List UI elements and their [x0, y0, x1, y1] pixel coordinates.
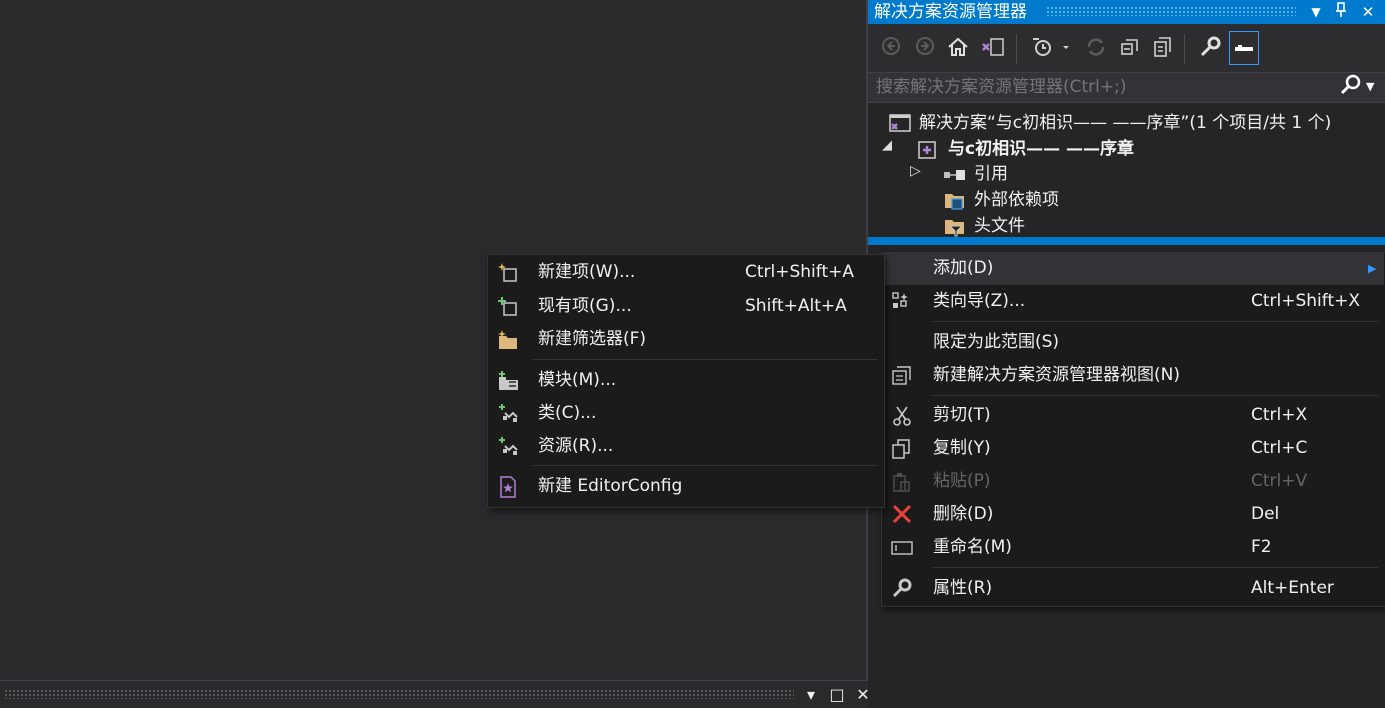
menu-item-new-view-label: 新建解决方案资源管理器视图(N) [933, 365, 1180, 385]
submenu-item-new-filter-label: 新建筛选器(F) [538, 329, 647, 349]
external-deps-label: 外部依赖项 [974, 190, 1059, 210]
submenu-item-editorconfig-label: 新建 EditorConfig [538, 476, 683, 496]
cut-icon [891, 405, 913, 427]
menu-item-new-view[interactable]: 新建解决方案资源管理器视图(N) [882, 359, 1384, 392]
menu-item-class-wizard-label: 类向导(Z)... [933, 291, 1026, 311]
copy-icon [891, 438, 913, 460]
titlebar-grip [1046, 6, 1296, 16]
window-position-dropdown-icon[interactable]: ▼ [1306, 2, 1326, 22]
submenu-item-new-item-label: 新建项(W)... [538, 262, 636, 282]
shortcut-label: Ctrl+C [1251, 438, 1308, 458]
wrench-icon [891, 577, 913, 599]
pending-changes-filter-icon[interactable] [1030, 36, 1070, 62]
toolbar-separator [1016, 34, 1017, 64]
submenu-item-existing-item-label: 现有项(G)... [538, 296, 632, 316]
submenu-item-new-filter[interactable]: 新建筛选器(F) [488, 323, 882, 356]
show-all-files-icon[interactable] [1150, 36, 1176, 62]
menu-item-cut[interactable]: 剪切(T) Ctrl+X [882, 399, 1384, 432]
new-item-icon [497, 262, 519, 284]
shortcut-label: F2 [1251, 537, 1272, 557]
menu-separator [932, 567, 1378, 568]
submenu-item-class-label: 类(C)... [538, 403, 597, 423]
home-icon[interactable] [945, 36, 971, 62]
paste-icon [891, 471, 913, 493]
submenu-item-resource-label: 资源(R)... [538, 436, 614, 456]
submenu-item-existing-item[interactable]: 现有项(G)... Shift+Alt+A [488, 290, 882, 323]
shortcut-label: Shift+Alt+A [745, 296, 847, 316]
submenu-arrow-icon: ▶ [1368, 262, 1377, 275]
editorconfig-icon [497, 476, 519, 498]
module-icon [497, 370, 519, 392]
solution-explorer-title: 解决方案资源管理器 [874, 2, 1027, 22]
class-wizard-icon [891, 291, 913, 313]
preview-icon[interactable] [1229, 31, 1259, 65]
class-icon [497, 403, 519, 425]
submenu-item-module[interactable]: 模块(M)... [488, 364, 882, 397]
properties-icon[interactable] [1197, 36, 1223, 62]
new-filter-icon [497, 329, 519, 351]
submenu-item-class[interactable]: 类(C)... [488, 397, 882, 430]
expand-arrow-icon[interactable]: ▷ [910, 163, 921, 179]
close-icon[interactable]: ✕ [1358, 2, 1378, 22]
references-icon [942, 165, 966, 193]
shortcut-label: Ctrl+Shift+X [1251, 291, 1361, 311]
tree-source-files-node-selected[interactable] [868, 237, 1385, 245]
menu-item-rename-label: 重命名(M) [933, 537, 1012, 557]
menu-item-rename[interactable]: 重命名(M) F2 [882, 531, 1384, 564]
existing-item-icon [497, 296, 519, 318]
menu-item-properties-label: 属性(R) [933, 578, 993, 598]
submenu-item-new-item[interactable]: 新建项(W)... Ctrl+Shift+A [488, 256, 882, 289]
search-input[interactable] [876, 72, 1326, 103]
back-icon[interactable] [878, 36, 904, 62]
menu-item-class-wizard[interactable]: 类向导(Z)... Ctrl+Shift+X [882, 285, 1384, 318]
shortcut-label: Ctrl+X [1251, 405, 1308, 425]
menu-separator [532, 465, 878, 466]
search-icon[interactable] [1340, 74, 1364, 100]
sync-icon[interactable] [1083, 36, 1109, 62]
menu-item-copy-label: 复制(Y) [933, 438, 991, 458]
menu-separator [932, 395, 1378, 396]
submenu-item-module-label: 模块(M)... [538, 370, 617, 390]
shortcut-label: Ctrl+Shift+A [745, 262, 855, 282]
new-view-icon [891, 365, 913, 387]
shortcut-label: Del [1251, 504, 1280, 524]
menu-item-properties[interactable]: 属性(R) Alt+Enter [882, 572, 1384, 605]
menu-separator [532, 359, 878, 360]
toolbar-separator [1184, 34, 1185, 64]
menu-item-add[interactable]: 添加(D) ▶ [882, 252, 1384, 285]
pin-icon[interactable] [1331, 2, 1351, 22]
submenu-item-resource[interactable]: 资源(R)... [488, 430, 882, 463]
menu-item-paste-label: 粘贴(P) [933, 471, 991, 491]
bottom-panel-dropdown-icon[interactable]: ▾ [800, 684, 822, 706]
submenu-item-editorconfig[interactable]: 新建 EditorConfig [488, 470, 882, 503]
delete-icon [891, 503, 913, 525]
search-options-dropdown-icon[interactable]: ▼ [1366, 74, 1380, 100]
menu-item-copy[interactable]: 复制(Y) Ctrl+C [882, 432, 1384, 465]
project-label: 与c初相识—— ——序章 [948, 139, 1134, 159]
solution-label: 解决方案“与c初相识—— ——序章”(1 个项目/共 1 个) [919, 113, 1332, 133]
header-files-label: 头文件 [974, 216, 1025, 236]
references-label: 引用 [974, 164, 1008, 184]
menu-item-cut-label: 剪切(T) [933, 405, 991, 425]
menu-item-scope-label: 限定为此范围(S) [933, 332, 1060, 352]
menu-item-delete-label: 删除(D) [933, 504, 994, 524]
menu-item-add-label: 添加(D) [933, 258, 994, 278]
bottom-panel-maximize-icon[interactable]: □ [826, 684, 848, 706]
rename-icon [891, 537, 913, 559]
menu-item-paste[interactable]: 粘贴(P) Ctrl+V [882, 465, 1384, 498]
bottom-panel-grip[interactable] [4, 689, 794, 699]
shortcut-label: Alt+Enter [1251, 578, 1334, 598]
shortcut-label: Ctrl+V [1251, 471, 1308, 491]
forward-icon[interactable] [912, 36, 938, 62]
switch-views-icon[interactable] [980, 36, 1006, 62]
menu-item-scope-to-this[interactable]: 限定为此范围(S) [882, 326, 1384, 359]
collapse-all-icon[interactable] [1117, 36, 1143, 62]
collapse-arrow-icon[interactable]: ◢ [882, 138, 892, 153]
menu-separator [932, 321, 1378, 322]
menu-item-delete[interactable]: 删除(D) Del [882, 498, 1384, 531]
resource-icon [497, 436, 519, 458]
